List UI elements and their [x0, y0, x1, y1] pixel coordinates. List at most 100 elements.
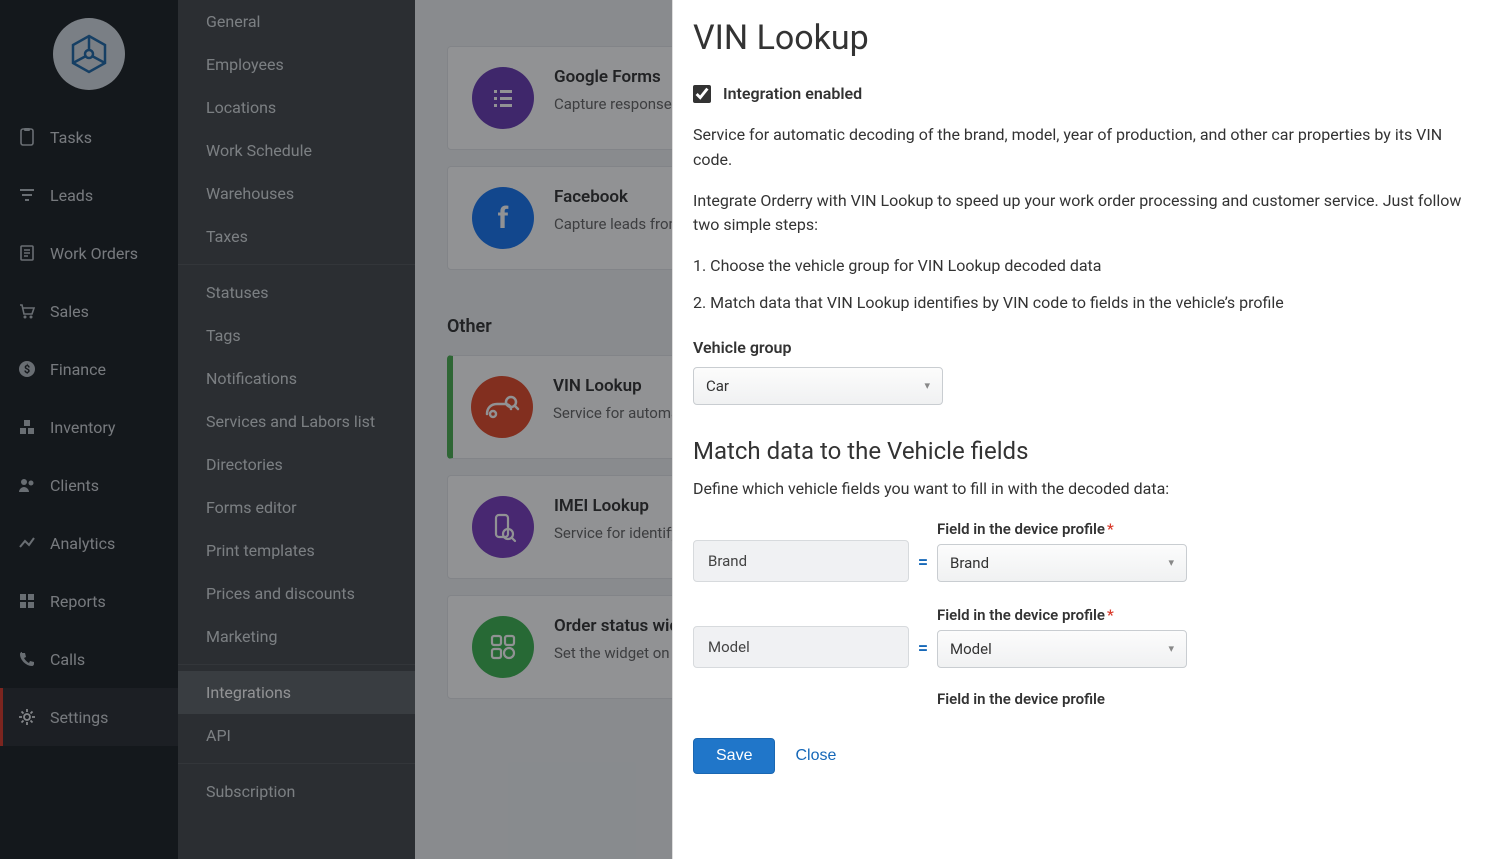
settings-item-general[interactable]: General: [178, 0, 415, 43]
divider: [178, 264, 415, 265]
select-value: Brand: [950, 554, 989, 572]
vehicle-group-label: Vehicle group: [693, 338, 1470, 357]
nav-label: Inventory: [50, 418, 116, 437]
chart-icon: [16, 532, 38, 554]
people-icon: [16, 474, 38, 496]
nav-label: Clients: [50, 476, 99, 495]
settings-item-notifications[interactable]: Notifications: [178, 357, 415, 400]
divider: [178, 664, 415, 665]
source-field-brand: Brand: [693, 540, 909, 582]
source-field-model: Model: [693, 626, 909, 668]
settings-item-tags[interactable]: Tags: [178, 314, 415, 357]
settings-item-services-labors[interactable]: Services and Labors list: [178, 400, 415, 443]
svg-text:$: $: [24, 363, 30, 376]
gear-icon: [16, 706, 38, 728]
match-row-trailing: Field in the device profile: [693, 690, 1470, 714]
nav-work-orders[interactable]: Work Orders: [0, 224, 178, 282]
svg-text:f: f: [498, 201, 509, 235]
settings-item-warehouses[interactable]: Warehouses: [178, 172, 415, 215]
document-icon: [16, 242, 38, 264]
vehicle-group-select[interactable]: Car ▾: [693, 367, 943, 405]
modal-step-2: 2. Match data that VIN Lookup identifies…: [693, 291, 1470, 316]
vin-lookup-modal: VIN Lookup Integration enabled Service f…: [672, 0, 1500, 859]
settings-item-taxes[interactable]: Taxes: [178, 215, 415, 258]
nav-label: Leads: [50, 186, 93, 205]
close-button[interactable]: Close: [795, 747, 836, 765]
nav-label: Work Orders: [50, 244, 138, 263]
settings-item-api[interactable]: API: [178, 714, 415, 757]
card-desc: Capture leads from: [554, 213, 682, 236]
dollar-icon: $: [16, 358, 38, 380]
grid-icon: [16, 590, 38, 612]
equals-sign: =: [909, 552, 937, 582]
nav-analytics[interactable]: Analytics: [0, 514, 178, 572]
imei-lookup-icon: [472, 496, 534, 558]
settings-item-statuses[interactable]: Statuses: [178, 271, 415, 314]
nav-label: Sales: [50, 302, 89, 321]
phone-icon: [16, 648, 38, 670]
match-row-brand: Brand = Field in the device profile* Bra…: [693, 518, 1470, 582]
field-profile-label-trailing: Field in the device profile: [937, 690, 1187, 708]
modal-step-1: 1. Choose the vehicle group for VIN Look…: [693, 254, 1470, 279]
settings-item-employees[interactable]: Employees: [178, 43, 415, 86]
nav-sales[interactable]: Sales: [0, 282, 178, 340]
match-row-model: Model = Field in the device profile* Mod…: [693, 604, 1470, 668]
settings-item-integrations[interactable]: Integrations: [178, 671, 415, 714]
main-nav: Tasks Leads Work Orders Sales $ Finance …: [0, 0, 178, 859]
clipboard-icon: [16, 126, 38, 148]
nav-label: Reports: [50, 592, 106, 611]
settings-item-marketing[interactable]: Marketing: [178, 615, 415, 658]
nav-reports[interactable]: Reports: [0, 572, 178, 630]
select-value: Model: [950, 640, 992, 658]
settings-item-subscription[interactable]: Subscription: [178, 770, 415, 813]
target-select-brand[interactable]: Brand ▾: [937, 544, 1187, 582]
integration-enabled-checkbox[interactable]: [693, 85, 711, 103]
integration-enabled-label: Integration enabled: [723, 84, 862, 103]
nav-label: Settings: [50, 708, 108, 727]
modal-desc-2: Integrate Orderry with VIN Lookup to spe…: [693, 189, 1470, 239]
select-value: Car: [706, 377, 729, 395]
nav-label: Finance: [50, 360, 106, 379]
nav-label: Analytics: [50, 534, 115, 553]
settings-submenu: General Employees Locations Work Schedul…: [178, 0, 415, 859]
nav-label: Calls: [50, 650, 85, 669]
widget-icon: [472, 616, 534, 678]
nav-tasks[interactable]: Tasks: [0, 108, 178, 166]
settings-item-locations[interactable]: Locations: [178, 86, 415, 129]
google-forms-icon: [472, 67, 534, 129]
nav-inventory[interactable]: Inventory: [0, 398, 178, 456]
field-profile-label: Field in the device profile*: [937, 606, 1187, 624]
save-button[interactable]: Save: [693, 738, 775, 774]
nav-label: Tasks: [50, 128, 92, 147]
match-heading: Match data to the Vehicle fields: [693, 437, 1470, 465]
equals-sign: =: [909, 638, 937, 668]
cart-icon: [16, 300, 38, 322]
nav-clients[interactable]: Clients: [0, 456, 178, 514]
filter-icon: [16, 184, 38, 206]
match-desc: Define which vehicle fields you want to …: [693, 477, 1470, 502]
facebook-icon: f: [472, 187, 534, 249]
settings-item-work-schedule[interactable]: Work Schedule: [178, 129, 415, 172]
nav-calls[interactable]: Calls: [0, 630, 178, 688]
nav-finance[interactable]: $ Finance: [0, 340, 178, 398]
logo-wrap: [0, 12, 178, 108]
settings-item-prices-discounts[interactable]: Prices and discounts: [178, 572, 415, 615]
chevron-down-icon: ▾: [1168, 642, 1174, 655]
target-select-model[interactable]: Model ▾: [937, 630, 1187, 668]
vin-lookup-icon: [471, 376, 533, 438]
settings-item-print-templates[interactable]: Print templates: [178, 529, 415, 572]
modal-footer: Save Close: [693, 738, 1470, 774]
app-logo: [53, 18, 125, 90]
settings-item-forms-editor[interactable]: Forms editor: [178, 486, 415, 529]
settings-item-directories[interactable]: Directories: [178, 443, 415, 486]
cube-logo-icon: [67, 32, 111, 76]
boxes-icon: [16, 416, 38, 438]
modal-desc-1: Service for automatic decoding of the br…: [693, 123, 1470, 173]
chevron-down-icon: ▾: [1168, 556, 1174, 569]
nav-settings[interactable]: Settings: [0, 688, 178, 746]
nav-leads[interactable]: Leads: [0, 166, 178, 224]
modal-title: VIN Lookup: [693, 18, 1470, 58]
chevron-down-icon: ▾: [924, 379, 930, 392]
field-profile-label: Field in the device profile*: [937, 520, 1187, 538]
divider: [178, 763, 415, 764]
